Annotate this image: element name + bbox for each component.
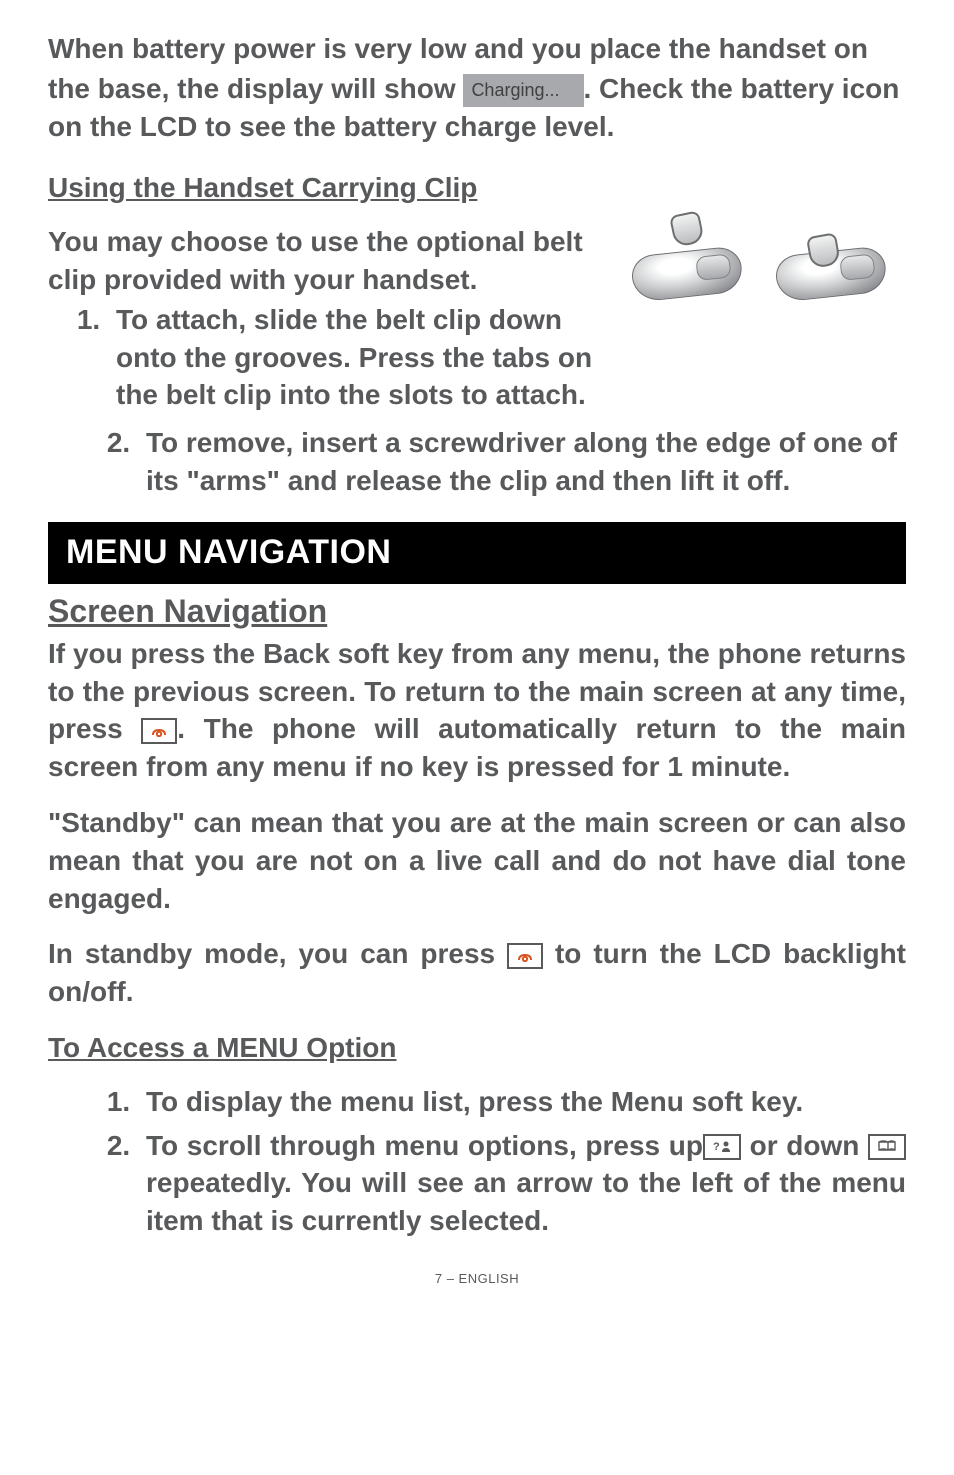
page-footer: 7 – ENGLISH [48, 1270, 906, 1288]
battery-text-a: When battery power is very low and you p… [48, 33, 868, 64]
clip-intro: You may choose to use the optional belt … [48, 223, 610, 299]
subhead-screen-navigation: Screen Navigation [48, 590, 906, 633]
battery-paragraph-line1: When battery power is very low and you p… [48, 30, 906, 68]
handset-right-icon [774, 246, 888, 303]
power-key-icon [141, 718, 177, 744]
nav-paragraph: If you press the Back soft key from any … [48, 635, 906, 786]
subhead-access-menu: To Access a MENU Option [48, 1029, 906, 1067]
svg-text:?: ? [713, 1141, 720, 1153]
clip-piece-icon [669, 210, 705, 248]
section-bar-menu-navigation: MENU NAVIGATION [48, 522, 906, 584]
battery-text-b-pre: the base, the display will show [48, 73, 463, 104]
power-key-icon-2 [507, 943, 543, 969]
nav-pre: If you press the [48, 638, 263, 669]
battery-paragraph-line2: the base, the display will show Charging… [48, 70, 906, 146]
menu-access-steps: To display the menu list, press the Menu… [48, 1083, 906, 1240]
down-phonebook-key-icon [868, 1134, 906, 1160]
menu-step-1-pre: To display the menu list, press the [146, 1086, 611, 1117]
clip-step-1: To attach, slide the belt clip down onto… [108, 301, 610, 414]
menu-word: Menu [611, 1086, 684, 1117]
clip-step-2-text: To remove, insert a screwdriver along th… [146, 427, 897, 496]
charging-badge: Charging... [463, 74, 583, 106]
menu-step-1: To display the menu list, press the Menu… [138, 1083, 906, 1121]
clip-row: You may choose to use the optional belt … [48, 223, 906, 420]
menu-step-2-post: repeatedly. You will see an arrow to the… [146, 1167, 906, 1236]
nav-post: . The phone will automatically return to… [48, 713, 906, 782]
up-contacts-key-icon: ? [703, 1134, 741, 1160]
clip-text-column: You may choose to use the optional belt … [48, 223, 610, 420]
standby-paragraph: "Standby" can mean that you are at the m… [48, 804, 906, 917]
standby-label: "Standby" [48, 807, 185, 838]
clip-steps-continued: To remove, insert a screwdriver along th… [48, 424, 906, 500]
clip-attached-icon [806, 232, 841, 269]
belt-clip-illustration [626, 223, 906, 343]
clip-step-1-text: To attach, slide the belt clip down onto… [116, 304, 592, 411]
menu-step-2: To scroll through menu options, press up… [138, 1127, 906, 1240]
backlight-pre: In standby mode, you can press [48, 938, 507, 969]
menu-step-2-pre: To scroll through menu options, press up [146, 1130, 703, 1161]
handset-left-icon [630, 246, 744, 303]
menu-step-2-mid: or down [741, 1130, 868, 1161]
clip-step-2: To remove, insert a screwdriver along th… [138, 424, 906, 500]
nav-back-word: Back [263, 638, 330, 669]
subhead-carrying-clip: Using the Handset Carrying Clip [48, 169, 906, 207]
menu-step-1-post: soft key. [684, 1086, 803, 1117]
backlight-paragraph: In standby mode, you can press to turn t… [48, 935, 906, 1011]
